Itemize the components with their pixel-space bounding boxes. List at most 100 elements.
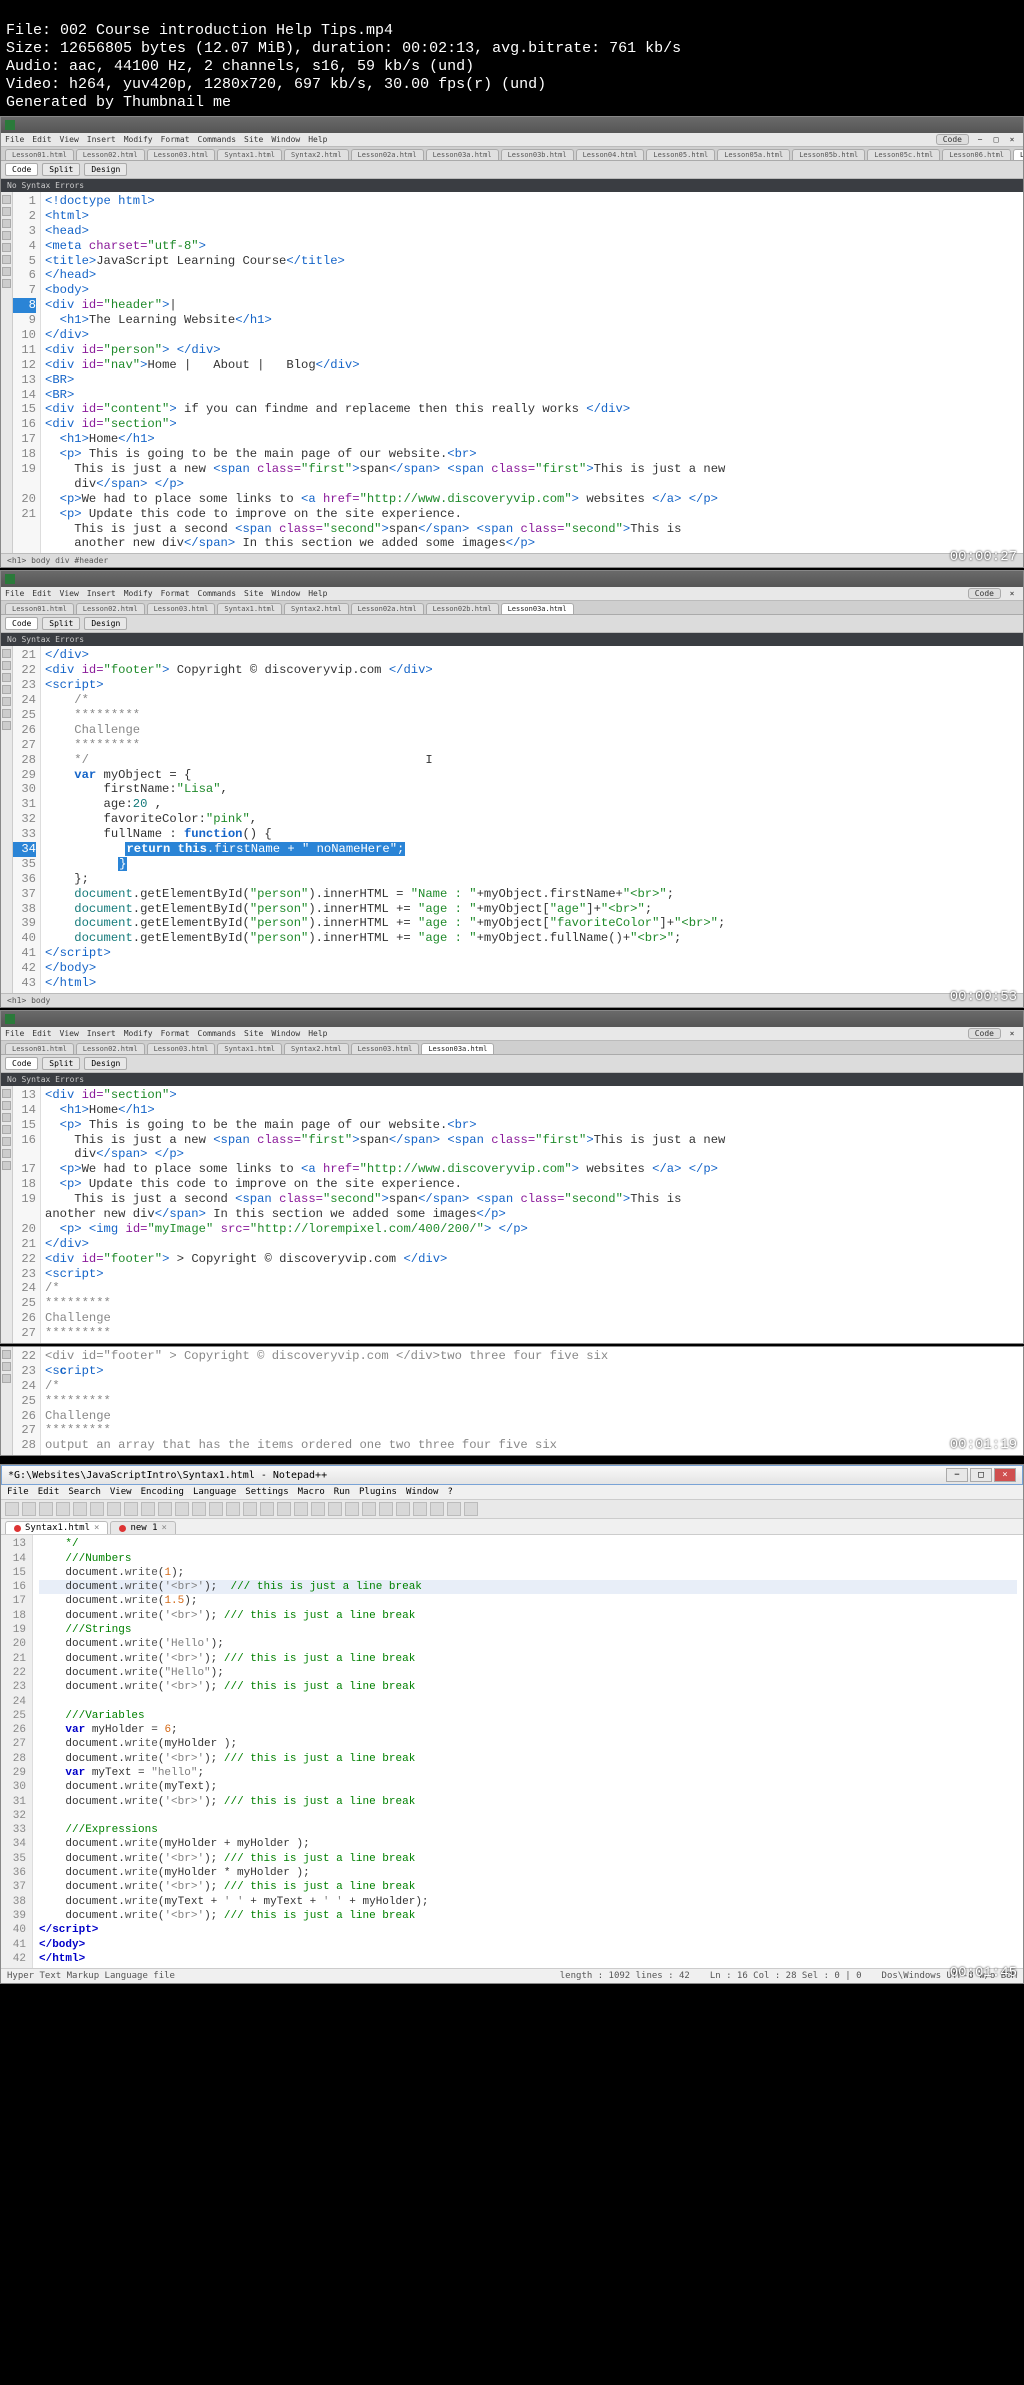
toolbar-button[interactable] <box>430 1502 444 1516</box>
menu-help[interactable]: Help <box>308 135 327 144</box>
toolbar-button[interactable] <box>56 1502 70 1516</box>
toolbar-button[interactable] <box>243 1502 257 1516</box>
document-tab[interactable]: Syntax2.html <box>284 149 349 160</box>
menu-search[interactable]: Search <box>68 1487 101 1497</box>
close-icon[interactable]: × <box>1007 589 1017 599</box>
menu-modify[interactable]: Modify <box>124 1029 153 1038</box>
minimize-button[interactable]: − <box>946 1468 968 1482</box>
menu-view[interactable]: View <box>60 1029 79 1038</box>
toolbar-button[interactable] <box>226 1502 240 1516</box>
document-tab[interactable]: Lesson02b.html <box>426 603 499 614</box>
toolbar-button[interactable] <box>175 1502 189 1516</box>
toolbar-button[interactable] <box>39 1502 53 1516</box>
maximize-icon[interactable]: □ <box>991 135 1001 145</box>
toolbar-button[interactable] <box>328 1502 342 1516</box>
menu-site[interactable]: Site <box>244 135 263 144</box>
view-split[interactable]: Split <box>42 617 80 630</box>
menu-window[interactable]: Window <box>271 1029 300 1038</box>
document-tab[interactable]: Lesson02a.html <box>351 149 424 160</box>
menu-run[interactable]: Run <box>334 1487 350 1497</box>
document-tab[interactable]: Lesson03.html <box>351 1043 420 1054</box>
menu-file[interactable]: File <box>5 1029 24 1038</box>
document-tab[interactable]: Lesson03a.html <box>501 603 574 614</box>
menu-edit[interactable]: Edit <box>32 135 51 144</box>
view-code[interactable]: Code <box>5 1057 38 1070</box>
toolbar-button[interactable] <box>260 1502 274 1516</box>
code-area[interactable]: */ ///Numbers document.write(1); documen… <box>33 1535 1023 1968</box>
view-design[interactable]: Design <box>84 1057 127 1070</box>
document-tab[interactable]: Lesson05c.html <box>867 149 940 160</box>
document-tab[interactable]: Lesson05b.html <box>792 149 865 160</box>
toolbar-button[interactable] <box>90 1502 104 1516</box>
menu-format[interactable]: Format <box>161 135 190 144</box>
code-editor[interactable]: 12345678910111213141516171819 2021 <!doc… <box>1 192 1023 553</box>
toolbar-button[interactable] <box>464 1502 478 1516</box>
menu-settings[interactable]: Settings <box>245 1487 288 1497</box>
document-tab[interactable]: Lesson02.html <box>76 603 145 614</box>
toolbar-button[interactable] <box>124 1502 138 1516</box>
toolbar-button[interactable] <box>107 1502 121 1516</box>
menu-commands[interactable]: Commands <box>198 135 237 144</box>
file-tab[interactable]: Syntax1.html × <box>5 1521 108 1534</box>
menu-language[interactable]: Language <box>193 1487 236 1497</box>
document-tab[interactable]: Lesson03a.html <box>421 1043 494 1054</box>
np-titlebar[interactable]: *G:\Websites\JavaScriptIntro\Syntax1.htm… <box>1 1465 1023 1485</box>
menu-insert[interactable]: Insert <box>87 589 116 598</box>
toolbar-button[interactable] <box>141 1502 155 1516</box>
menu-modify[interactable]: Modify <box>124 589 153 598</box>
menu-file[interactable]: File <box>5 589 24 598</box>
toolbar-button[interactable] <box>277 1502 291 1516</box>
menu-view[interactable]: View <box>60 135 79 144</box>
menu-help[interactable]: Help <box>308 1029 327 1038</box>
document-tab[interactable]: Syntax2.html <box>284 603 349 614</box>
document-tab[interactable]: Lesson02.html <box>76 149 145 160</box>
code-area[interactable]: <!doctype html><html><head><meta charset… <box>41 192 1023 553</box>
document-tab[interactable]: Lesson01.html <box>5 603 74 614</box>
menu-?[interactable]: ? <box>447 1487 452 1497</box>
toolbar-button[interactable] <box>192 1502 206 1516</box>
menu-edit[interactable]: Edit <box>38 1487 60 1497</box>
view-code[interactable]: Code <box>5 163 38 176</box>
document-tab[interactable]: Lesson03b.html <box>501 149 574 160</box>
toolbar-button[interactable] <box>345 1502 359 1516</box>
document-tab[interactable]: Syntax1.html <box>217 149 282 160</box>
document-tab[interactable]: Lesson03.html <box>147 603 216 614</box>
close-icon[interactable]: × <box>1007 135 1017 145</box>
document-tab[interactable]: Lesson03a.html <box>426 149 499 160</box>
menu-view[interactable]: View <box>60 589 79 598</box>
menu-window[interactable]: Window <box>271 589 300 598</box>
menu-window[interactable]: Window <box>271 135 300 144</box>
layout-pill[interactable]: Code <box>936 134 969 145</box>
menu-format[interactable]: Format <box>161 1029 190 1038</box>
toolbar-button[interactable] <box>209 1502 223 1516</box>
document-tab[interactable]: Syntax1.html <box>217 603 282 614</box>
document-tab[interactable]: Lesson02a.html <box>351 603 424 614</box>
file-tab[interactable]: new 1 × <box>110 1521 176 1534</box>
menu-window[interactable]: Window <box>406 1487 439 1497</box>
menu-plugins[interactable]: Plugins <box>359 1487 397 1497</box>
view-design[interactable]: Design <box>84 617 127 630</box>
np-editor[interactable]: 1314151617181920212223242526272829303132… <box>1 1535 1023 1968</box>
menu-view[interactable]: View <box>110 1487 132 1497</box>
document-tab[interactable]: Lesson01.html <box>5 1043 74 1054</box>
toolbar-button[interactable] <box>158 1502 172 1516</box>
menu-edit[interactable]: Edit <box>32 1029 51 1038</box>
view-split[interactable]: Split <box>42 163 80 176</box>
document-tab[interactable]: Lesson01.html <box>5 149 74 160</box>
toolbar-button[interactable] <box>447 1502 461 1516</box>
document-tab[interactable]: Lesson05.html <box>646 149 715 160</box>
toolbar-button[interactable] <box>379 1502 393 1516</box>
maximize-button[interactable]: □ <box>970 1468 992 1482</box>
toolbar-button[interactable] <box>22 1502 36 1516</box>
menu-help[interactable]: Help <box>308 589 327 598</box>
menu-format[interactable]: Format <box>161 589 190 598</box>
view-design[interactable]: Design <box>84 163 127 176</box>
menu-site[interactable]: Site <box>244 1029 263 1038</box>
menu-commands[interactable]: Commands <box>198 589 237 598</box>
document-tab[interactable]: Syntax1.html <box>217 1043 282 1054</box>
menu-encoding[interactable]: Encoding <box>141 1487 184 1497</box>
dw-titlebar[interactable] <box>1 117 1023 133</box>
document-tab[interactable]: Lesson04.html <box>576 149 645 160</box>
menu-insert[interactable]: Insert <box>87 135 116 144</box>
document-tab[interactable]: Lesson02.html <box>76 1043 145 1054</box>
